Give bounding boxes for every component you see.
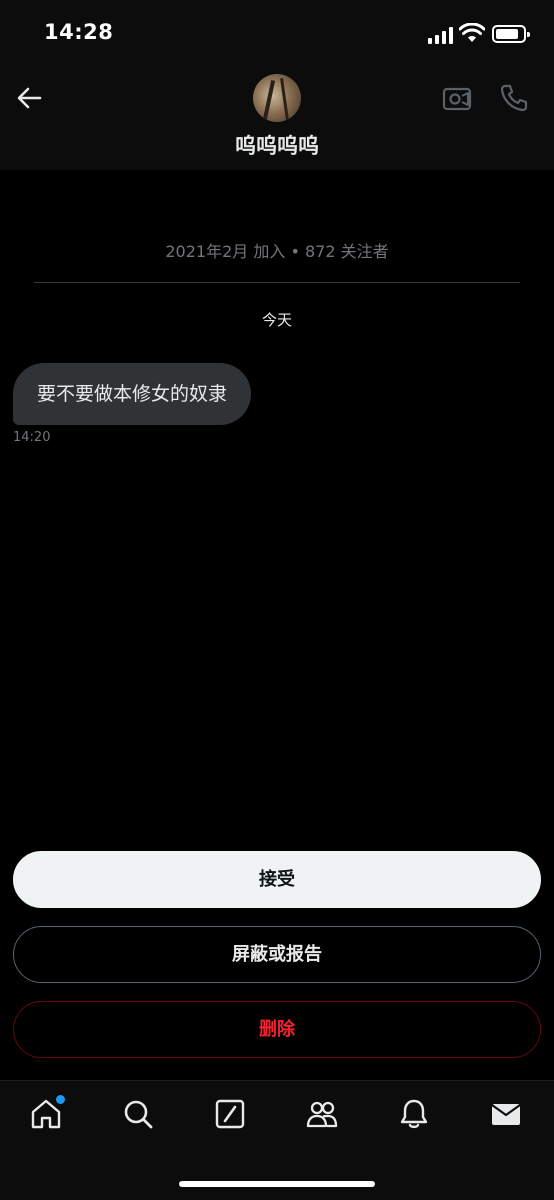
- message-bubble[interactable]: 要不要做本修女的奴隶: [13, 363, 252, 425]
- tab-messages[interactable]: [489, 1097, 523, 1131]
- conversation-header: 呜呜呜呜: [0, 70, 554, 170]
- divider: [34, 282, 520, 283]
- mail-icon: [491, 1104, 521, 1125]
- communities-icon: [306, 1101, 338, 1128]
- battery-level: [496, 29, 518, 39]
- contact-name[interactable]: 呜呜呜呜: [0, 130, 554, 160]
- delete-button[interactable]: 删除: [13, 1001, 541, 1058]
- search-icon: [124, 1100, 153, 1129]
- dm-request-screen: 14:28 呜呜呜呜 2021年2月 加入 • 872 关注者 今天 要不要做本…: [0, 0, 554, 1200]
- compose-icon: [215, 1099, 245, 1129]
- home-badge: [56, 1095, 65, 1104]
- bell-icon: [400, 1099, 428, 1129]
- home-indicator[interactable]: [179, 1181, 375, 1187]
- tab-search[interactable]: [121, 1097, 155, 1131]
- video-call-icon[interactable]: [440, 82, 474, 116]
- battery-icon: [492, 25, 530, 43]
- tab-communities[interactable]: [305, 1097, 339, 1131]
- message-timestamp: 14:20: [13, 430, 51, 445]
- status-time: 14:28: [44, 20, 114, 44]
- tab-notifications[interactable]: [397, 1097, 431, 1131]
- status-bar: 14:28: [0, 0, 554, 70]
- back-arrow-icon[interactable]: [12, 80, 48, 116]
- block-or-report-button[interactable]: 屏蔽或报告: [13, 926, 541, 983]
- tab-compose[interactable]: [213, 1097, 247, 1131]
- tab-home[interactable]: [29, 1095, 65, 1131]
- wifi-icon: [459, 23, 485, 42]
- date-separator: 今天: [261, 311, 292, 329]
- contact-avatar[interactable]: [253, 74, 301, 122]
- account-info: 2021年2月 加入 • 872 关注者: [165, 242, 389, 261]
- cellular-signal-icon: [428, 26, 454, 44]
- accept-button[interactable]: 接受: [13, 851, 541, 908]
- phone-call-icon[interactable]: [498, 82, 530, 114]
